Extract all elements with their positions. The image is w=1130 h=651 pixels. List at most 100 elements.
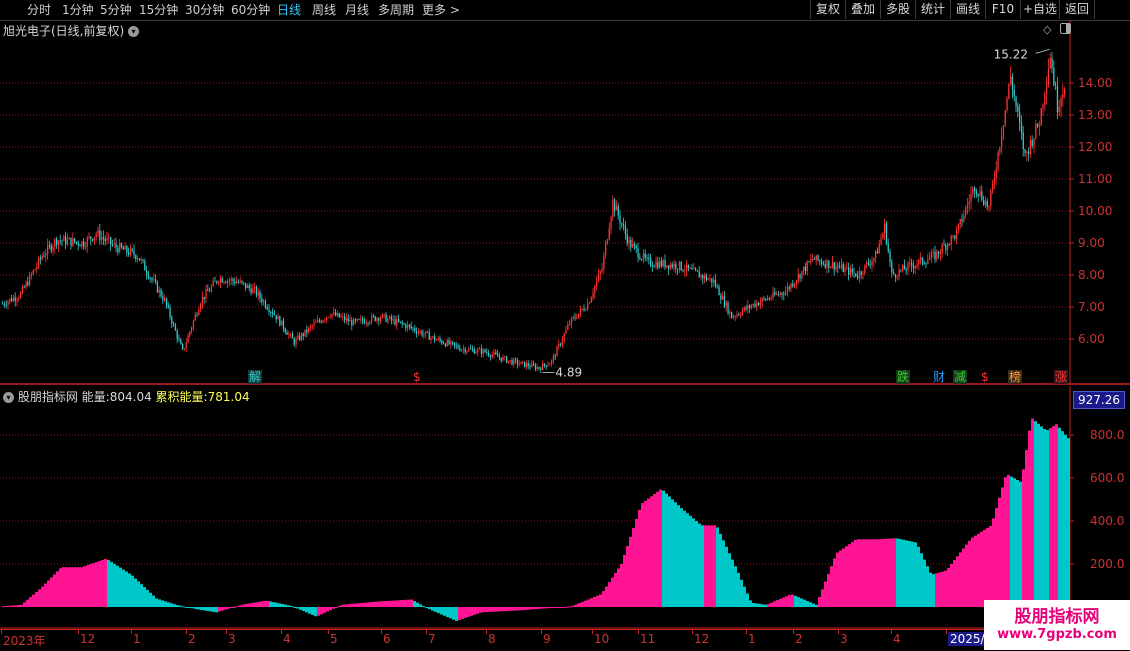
candle-body xyxy=(723,295,726,307)
period-tab-15min[interactable]: 15分钟 xyxy=(139,2,178,18)
candlestick xyxy=(16,296,18,307)
candle-body xyxy=(563,333,565,341)
chevron-down-icon[interactable]: ▾ xyxy=(3,392,14,403)
period-tab-monthly[interactable]: 月线 xyxy=(345,2,369,18)
candlestick xyxy=(621,222,623,229)
candle-body xyxy=(597,274,600,281)
period-tab-30min[interactable]: 30分钟 xyxy=(185,2,224,18)
candle-body xyxy=(171,317,173,324)
candle-body xyxy=(1029,140,1032,154)
candle-body xyxy=(542,363,544,370)
candle-body xyxy=(1037,123,1039,127)
energy-bar xyxy=(803,599,806,607)
candlestick xyxy=(588,301,591,305)
candlestick xyxy=(311,324,313,331)
candle-body xyxy=(1053,68,1055,86)
candlestick xyxy=(110,236,112,251)
candlestick xyxy=(824,259,826,269)
candlestick xyxy=(288,330,290,339)
candlestick xyxy=(734,315,736,322)
chevron-down-icon[interactable]: ▾ xyxy=(128,26,140,37)
candle-body xyxy=(401,321,403,324)
multi-stock-button[interactable]: 多股 xyxy=(880,0,915,19)
f10-button[interactable]: F10 xyxy=(985,0,1020,19)
event-marker-limit-up[interactable]: 涨 xyxy=(1054,370,1069,384)
candlestick xyxy=(513,357,515,368)
candle-body xyxy=(356,318,358,321)
time-axis-tick xyxy=(78,630,79,634)
event-marker-dividend-2[interactable]: $ xyxy=(980,370,990,384)
candle-body xyxy=(228,280,231,282)
period-tab-1min[interactable]: 1分钟 xyxy=(62,2,94,18)
panel-toggle-icon[interactable] xyxy=(1060,23,1071,34)
period-tab-daily[interactable]: 日线 xyxy=(277,2,301,18)
energy-bar xyxy=(671,499,674,607)
event-marker-dividend[interactable]: $ xyxy=(412,370,422,384)
candlestick xyxy=(250,283,252,296)
candlestick xyxy=(290,332,292,339)
energy-bar xyxy=(95,562,98,607)
energy-bar xyxy=(266,600,269,607)
period-tab-timeshare[interactable]: 分时 xyxy=(27,2,51,18)
candlestick xyxy=(885,221,888,246)
period-tab-5min[interactable]: 5分钟 xyxy=(100,2,132,18)
candlestick xyxy=(648,253,650,265)
candlestick xyxy=(475,349,477,354)
energy-indicator-chart[interactable]: 800.0600.0400.0200.0 xyxy=(0,386,1130,629)
energy-bar xyxy=(518,607,521,611)
event-marker-reduce[interactable]: 减 xyxy=(953,370,968,384)
energy-bar xyxy=(335,607,338,608)
candle-body xyxy=(954,235,956,239)
restore-rights-button[interactable]: 复权 xyxy=(810,0,845,19)
candle-body xyxy=(484,349,486,353)
period-tab-weekly[interactable]: 周线 xyxy=(312,2,336,18)
event-marker-billboard[interactable]: 榜 xyxy=(1008,370,1023,384)
energy-bar xyxy=(959,552,962,607)
candle-body xyxy=(322,320,324,323)
candle-body xyxy=(493,352,495,355)
event-marker-unlock[interactable]: 解 xyxy=(248,370,263,384)
candle-body xyxy=(664,259,666,268)
candle-body xyxy=(9,298,11,302)
candlestick xyxy=(277,313,279,320)
energy-bar xyxy=(362,602,365,607)
back-button[interactable]: 返回 xyxy=(1059,0,1094,19)
candle-body xyxy=(909,262,911,264)
period-tab-60min[interactable]: 60分钟 xyxy=(231,2,270,18)
candlestick xyxy=(198,306,200,316)
add-watchlist-button[interactable]: +自选 xyxy=(1020,0,1059,19)
candlestick xyxy=(947,242,949,257)
candlestick xyxy=(542,360,544,371)
candlestick xyxy=(999,146,1001,157)
candlestick xyxy=(578,313,580,320)
candlestick xyxy=(275,315,277,324)
event-marker-drop[interactable]: 跌 xyxy=(896,370,911,384)
candlestick xyxy=(556,344,558,357)
candlestick xyxy=(965,205,967,219)
energy-bar xyxy=(296,607,299,609)
period-tab-multi[interactable]: 多周期 xyxy=(378,2,414,18)
candlestick xyxy=(164,294,166,303)
candlestick-chart[interactable]: 14.0013.0012.0011.0010.009.008.007.006.0… xyxy=(0,20,1130,385)
candle-body xyxy=(77,242,79,246)
diamond-icon[interactable]: ◇ xyxy=(1043,23,1051,36)
candle-body xyxy=(551,360,553,364)
draw-line-button[interactable]: 画线 xyxy=(950,0,985,19)
event-marker-finance[interactable]: 财 xyxy=(932,370,946,384)
energy-bar xyxy=(107,559,110,607)
candlestick xyxy=(308,326,310,335)
candlestick xyxy=(671,261,673,270)
energy-bar xyxy=(1046,430,1049,607)
energy-bar xyxy=(83,566,86,607)
candle-body xyxy=(272,312,274,315)
period-tab-more[interactable]: 更多 > xyxy=(422,2,460,18)
candlestick xyxy=(619,210,621,231)
statistics-button[interactable]: 统计 xyxy=(915,0,950,19)
candle-body xyxy=(1031,140,1033,146)
energy-bar xyxy=(434,607,437,612)
overlay-button[interactable]: 叠加 xyxy=(845,0,880,19)
candle-body xyxy=(961,219,963,222)
candlestick xyxy=(563,332,565,344)
energy-bar xyxy=(911,541,914,607)
candle-body xyxy=(498,356,501,358)
